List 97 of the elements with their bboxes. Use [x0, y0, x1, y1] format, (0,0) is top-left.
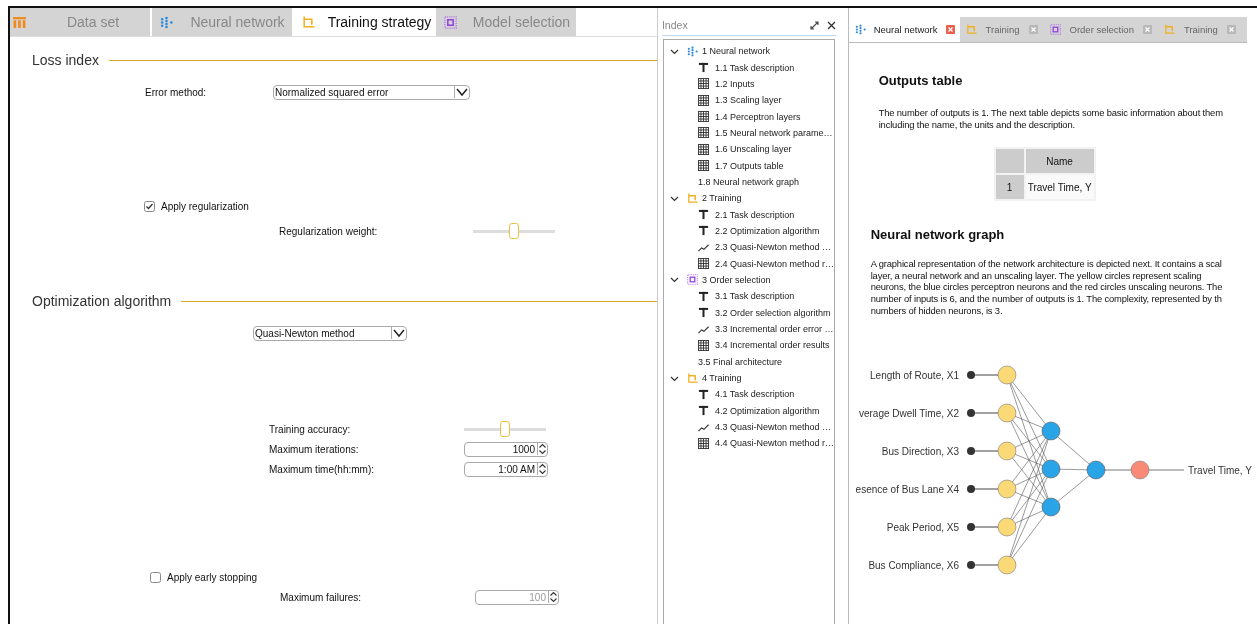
section-title: Loss index: [32, 52, 99, 68]
tree-item[interactable]: 2.2 Optimization algorithm: [663, 222, 820, 240]
tree-item[interactable]: 2.4 Quasi-Newton method r…: [663, 255, 834, 272]
paragraph: The number of outputs is 1. The next table depicts some basic information about them including the name, the units and the description.: [878, 107, 1224, 131]
tab[interactable]: Training: [959, 17, 1044, 42]
tree-item[interactable]: 1.2 Inputs: [663, 75, 755, 93]
text-icon: [697, 307, 709, 319]
dropdown[interactable]: Normalized squared error: [273, 84, 470, 100]
field-label: Maximum time(hh:mm):: [269, 463, 375, 475]
caret-icon: [454, 86, 469, 98]
slider-thumb[interactable]: [509, 222, 519, 239]
tree-item[interactable]: 1.7 Outputs table: [663, 157, 784, 174]
tree-item[interactable]: 4.2 Optimization algorithm: [663, 402, 820, 419]
node-label: Bus Direction, X3: [881, 446, 959, 458]
checkbox-label: Apply regularization: [161, 200, 249, 212]
field-label: Training accuracy:: [269, 423, 352, 435]
table-icon: [697, 127, 709, 139]
node-label: esence of Bus Lane X4: [855, 484, 959, 496]
checkbox[interactable]: [150, 571, 161, 583]
tab[interactable]: Neural network: [848, 17, 960, 42]
tree-item[interactable]: 3.1 Task description: [663, 288, 795, 305]
row-number: 1: [994, 174, 1025, 201]
crop-icon: [302, 15, 315, 29]
tree-item[interactable]: 1.3 Scaling layer: [663, 92, 782, 109]
checkbox[interactable]: [144, 200, 155, 212]
table-icon: [697, 111, 709, 123]
spin-box[interactable]: 1000: [464, 441, 548, 457]
spin-box[interactable]: 1:00 AM: [464, 461, 548, 477]
checkbox-label: Apply early stopping: [167, 571, 258, 583]
table-icon: [697, 437, 709, 449]
tab[interactable]: Order selection: [1043, 17, 1158, 42]
text-icon: [697, 290, 709, 302]
table-icon: [697, 160, 709, 172]
text-icon: [697, 209, 709, 221]
tree-item[interactable]: 3 Order selection: [663, 271, 771, 289]
slider-thumb[interactable]: [500, 420, 510, 437]
crop-icon: [686, 372, 698, 384]
column-header: Name: [1024, 148, 1095, 175]
expand-icon[interactable]: [809, 20, 819, 30]
text-icon: [697, 62, 709, 73]
tree-item[interactable]: 1.5 Neural network parame…: [663, 124, 833, 142]
tree-item[interactable]: 2.3 Quasi-Newton method …: [663, 239, 831, 256]
tree-item[interactable]: 3.3 Incremental order error …: [663, 320, 834, 338]
tree-item[interactable]: 4 Training: [663, 369, 742, 387]
text-icon: [697, 225, 709, 237]
tree-item[interactable]: 1.8 Neural network graph: [663, 173, 799, 191]
chevron-icon[interactable]: [669, 275, 679, 285]
spin-arrows-icon[interactable]: [537, 443, 547, 455]
table-icon: [697, 94, 709, 106]
table-cell: Travel Time, Y: [1024, 174, 1095, 201]
crop-icon: [686, 192, 698, 204]
tree-item[interactable]: 4.4 Quasi-Newton method r…: [663, 435, 834, 452]
section-title: Optimization algorithm: [32, 293, 172, 309]
network-icon: [686, 45, 698, 57]
text-icon: [697, 405, 709, 417]
paragraph: A graphical representation of the network architecture is depicted next. It contains a scal layer, a neural network and an unscaling layer. The yellow circles represent scaling neurons, the blue circles perceptron neurons and the red circles unscaling neurons. The number of inputs is 6, and the number of outputs is 1. The complexity, represented by th numbers of hidden neurons, is 3.: [870, 258, 1224, 317]
bar-chart-icon: [13, 15, 26, 29]
panel-title: Index: [661, 19, 689, 31]
dropdown[interactable]: Quasi-Newton method: [253, 325, 407, 341]
tree-item[interactable]: 1 Neural network: [663, 43, 770, 60]
field-label: Regularization weight:: [279, 225, 379, 237]
node-label: Length of Route, X1: [869, 370, 959, 382]
tree-item[interactable]: 4.1 Task description: [663, 386, 795, 403]
close-icon[interactable]: [826, 20, 836, 30]
field-label: Error method:: [145, 86, 208, 98]
node-label: verage Dwell Time, X2: [858, 408, 959, 420]
table-icon: [697, 143, 709, 155]
table-icon: [697, 339, 709, 351]
tree-item[interactable]: 1.1 Task description: [663, 59, 795, 76]
table-icon: [697, 258, 709, 270]
caret-icon: [391, 327, 406, 339]
field-label: Maximum failures:: [280, 591, 363, 603]
tree-item[interactable]: 1.4 Perceptron layers: [663, 108, 801, 125]
tree-item[interactable]: 3.2 Order selection algorithm: [663, 304, 831, 321]
field-label: Maximum iterations:: [269, 443, 360, 455]
node-label: Travel Time, Y: [1187, 465, 1252, 477]
tree-item[interactable]: 3.5 Final architecture: [663, 353, 782, 370]
node-label: Bus Compliance, X6: [868, 560, 959, 572]
tree-item[interactable]: 2.1 Task description: [663, 206, 795, 223]
table-icon: [697, 78, 709, 90]
tab[interactable]: Training: [1157, 17, 1242, 42]
section-heading: Neural network graph: [870, 227, 1006, 243]
spin-arrows-icon[interactable]: [537, 463, 547, 475]
network-icon: [160, 15, 173, 29]
dotted-square-icon: [444, 15, 457, 29]
tree-item[interactable]: 3.4 Incremental order results: [663, 337, 830, 354]
tree-item[interactable]: 2 Training: [663, 190, 742, 207]
dotted-square-icon: [1049, 24, 1061, 35]
tree-item[interactable]: 1.6 Unscaling layer: [663, 141, 792, 158]
dotted-square-icon: [686, 274, 698, 286]
section-heading: Outputs table: [878, 73, 964, 88]
tree-item[interactable]: 4.3 Quasi-Newton method …: [663, 418, 831, 436]
node-label: Peak Period, X5: [886, 522, 959, 534]
text-icon: [697, 388, 709, 400]
crop-icon: [1163, 24, 1175, 35]
network-icon: [854, 24, 866, 35]
crop-icon: [965, 24, 977, 35]
